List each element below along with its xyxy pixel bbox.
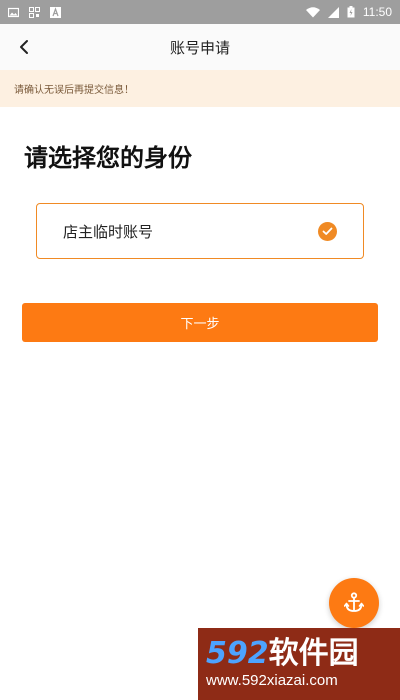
back-button[interactable]	[10, 33, 38, 61]
watermark-name: 软件园	[268, 636, 359, 671]
status-left	[8, 6, 61, 18]
page-title: 请选择您的身份	[24, 144, 192, 172]
qr-icon	[29, 6, 40, 18]
notice-text: 请确认无误后再提交信息！	[14, 85, 134, 96]
wifi-icon	[305, 6, 320, 17]
watermark-number: 592	[206, 636, 269, 671]
status-bar: 11:50	[0, 0, 400, 24]
next-button[interactable]: 下一步	[22, 303, 378, 342]
watermark-title: 592软件园	[206, 637, 400, 671]
back-arrow-icon	[20, 40, 28, 54]
option-label: 店主临时账号	[63, 222, 154, 241]
check-circle-icon	[318, 221, 337, 241]
image-icon	[8, 7, 19, 17]
font-icon	[50, 6, 61, 18]
watermark-url: www.592xiazai.com	[206, 672, 338, 689]
nav-bar: 账号申请	[0, 24, 400, 70]
watermark-logo: 592软件园 www.592xiazai.com	[198, 628, 400, 700]
signal-icon	[327, 6, 339, 18]
identity-option-shop-owner[interactable]: 店主临时账号	[36, 203, 364, 259]
page-nav-title: 账号申请	[169, 38, 230, 57]
floating-action-button[interactable]	[329, 578, 379, 628]
notice-banner: 请确认无误后再提交信息！	[0, 70, 400, 107]
anchor-icon	[344, 592, 364, 612]
status-time: 11:50	[362, 5, 392, 19]
status-right: 11:50	[305, 5, 392, 19]
battery-icon	[347, 6, 355, 18]
